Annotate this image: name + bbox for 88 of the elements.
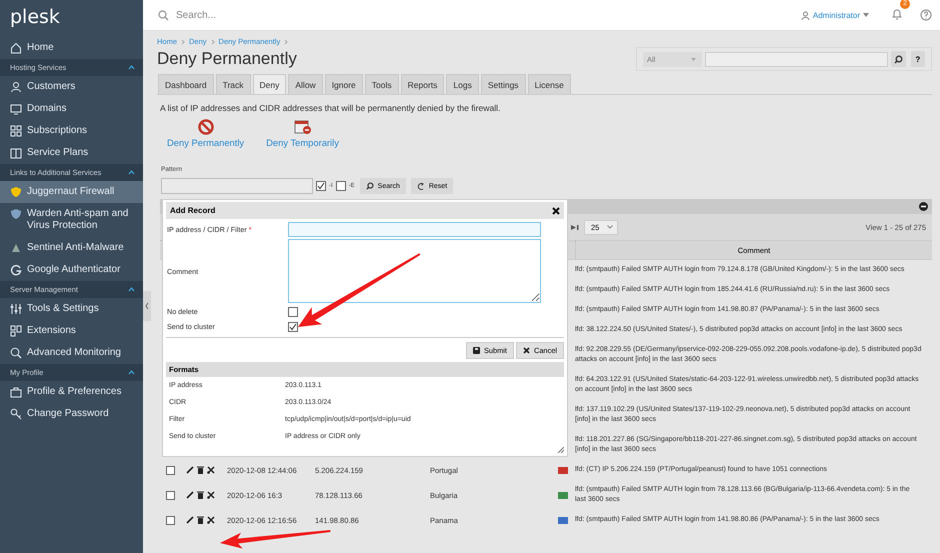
search-icon [158,10,169,20]
close-icon[interactable] [552,206,560,214]
sidebar-item[interactable]: Juggernaut Firewall [0,181,143,203]
resize-grip-icon[interactable] [558,447,564,453]
delete-icon[interactable] [197,516,204,524]
logo: plesk [9,5,61,30]
briefcase-icon [10,386,22,398]
tab[interactable]: Dashboard [158,74,214,94]
help-button[interactable]: ? [910,51,925,67]
prohibited-icon [198,119,214,135]
sidebar-item[interactable]: Subscriptions [0,120,143,142]
caret-icon [691,58,696,60]
search-icon [894,54,903,64]
page-title: Deny Permanently [157,49,297,69]
tab[interactable]: Ignore [324,74,363,94]
tab[interactable]: Allow [288,74,323,94]
last-page-icon[interactable] [571,224,579,230]
row-checkbox[interactable] [166,466,174,474]
user-menu[interactable]: Administrator [800,10,869,20]
tab[interactable]: Tools [364,74,399,94]
tab[interactable]: Reports [400,74,444,94]
sidebar-item[interactable]: Service Plans [0,142,143,164]
checkbox[interactable] [288,306,298,316]
sidebar-item[interactable]: Customers [0,76,143,98]
chevron-icon [128,65,135,70]
search-button[interactable] [891,51,906,67]
sidebar-item[interactable]: Extensions [0,320,143,342]
sidebar-item[interactable]: Tools & Settings [0,298,143,320]
help-icon[interactable] [920,9,932,21]
pattern-input[interactable] [161,178,313,194]
person-icon [10,81,22,93]
dialog-title: Add Record [170,206,216,215]
checkbox[interactable] [316,181,326,191]
caret-icon [607,225,614,229]
book-icon [10,147,22,159]
comment-input-field[interactable] [288,239,541,303]
delete-icon[interactable] [197,466,204,474]
sidebar-item[interactable]: Domains [0,98,143,120]
chevron-right-icon [181,38,186,44]
tab[interactable]: Logs [446,74,479,94]
checkbox[interactable] [288,322,298,332]
checkbox[interactable] [336,181,346,191]
shield-icon [10,208,22,220]
sidebar-item[interactable]: Google Authenticator [0,259,143,281]
row-checkbox[interactable] [166,490,174,500]
chevron-right-icon [284,38,288,44]
tab[interactable]: Track [216,74,251,94]
edit-icon[interactable] [186,466,194,474]
caret-icon [863,13,869,17]
description-text: A list of IP addresses and CIDR addresses that will be permanently denied by the firewall. [160,103,502,113]
ip-input-field[interactable] [288,222,541,237]
tab[interactable]: Settings [480,74,526,94]
sidebar-item[interactable]: Change Password [0,403,143,425]
user-icon [800,10,810,20]
home-icon [10,42,22,54]
close-icon [522,347,530,354]
sidebar-item[interactable]: Warden Anti-spam and Virus Protection [0,203,143,237]
bell-icon [891,8,903,20]
tab[interactable]: License [528,74,571,94]
sliders-icon [10,303,22,315]
edit-icon[interactable] [186,491,194,499]
chevron-icon [128,370,135,375]
calendar-icon [294,119,312,135]
shield-icon [10,186,22,198]
edit-icon[interactable] [186,516,194,524]
search-field[interactable]: Search... [174,8,378,22]
chevron-right-icon [210,38,215,44]
monitor-icon [10,103,22,115]
sidebar-item[interactable]: Advanced Monitoring [0,342,143,364]
search-icon [366,182,374,190]
magnifier-icon [10,347,22,359]
filter-input[interactable] [705,52,888,66]
sidebar-item[interactable]: Profile & Preferences [0,381,143,403]
reset-icon [416,182,425,190]
extensions-icon [10,325,22,337]
chevron-icon [128,287,135,292]
collapse-icon[interactable] [919,202,928,211]
collapse-handle-icon[interactable] [143,291,151,321]
delete-icon[interactable] [197,491,204,499]
tab[interactable]: Deny [252,74,286,94]
key-icon [10,408,22,420]
row-checkbox[interactable] [166,516,174,524]
chevron-icon [128,170,135,175]
grid-icon [10,125,22,137]
sidebar-item[interactable]: Home [0,37,143,59]
sidebar-item[interactable]: Sentinel Anti-Malware [0,237,143,259]
save-icon [472,347,480,354]
g-icon [10,264,22,276]
